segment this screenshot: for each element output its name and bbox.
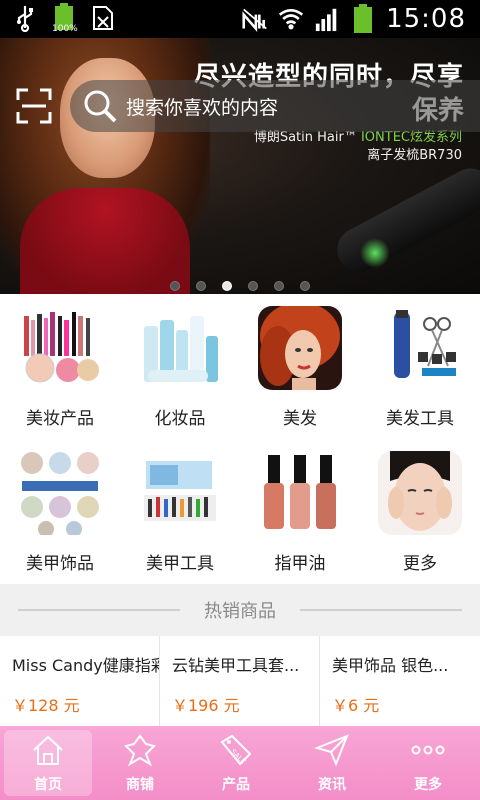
clock: 15:08 [386, 4, 466, 34]
product-price: ￥196 元 [172, 696, 240, 715]
category-label: 更多 [403, 554, 437, 574]
product-price: ￥6 元 [332, 696, 380, 715]
category-nail-accessories[interactable]: 美甲饰品 [0, 439, 120, 584]
carousel-dot[interactable] [300, 281, 310, 291]
makeup-products-image [18, 306, 102, 390]
category-hair-beauty[interactable]: 美发 [240, 294, 360, 439]
category-label: 美发工具 [386, 409, 454, 429]
status-bar: 100% 15:08 [0, 0, 480, 38]
banner-brand-prefix: 博朗Satin Hair™ [253, 130, 361, 145]
category-hair-tools[interactable]: 美发工具 [360, 294, 480, 439]
nav-label: 更多 [414, 777, 442, 793]
category-cosmetics[interactable]: 化妆品 [120, 294, 240, 439]
product-list: Miss Candy健康指彩... ￥128 元 云钻美甲工具套... ￥196… [0, 636, 480, 726]
nail-polish-image [258, 451, 342, 535]
nail-tools-image [138, 451, 222, 535]
banner-model-dress [20, 188, 190, 294]
battery-icon: 100% [52, 3, 78, 34]
hot-products-header: 热销商品 [0, 584, 480, 636]
category-more[interactable]: 更多 [360, 439, 480, 584]
carousel-dot[interactable] [274, 281, 284, 291]
battery-full-icon [350, 4, 376, 33]
shop-icon [122, 732, 158, 768]
scan-icon[interactable] [16, 88, 52, 124]
wifi-icon [278, 5, 304, 33]
hair-brush-product [329, 160, 480, 280]
search-icon [82, 88, 118, 124]
category-label: 美发 [283, 409, 317, 429]
nav-products[interactable]: SALE 产品 [188, 726, 284, 800]
no-signal-icon [242, 5, 268, 33]
nav-more[interactable]: 更多 [380, 726, 476, 800]
category-label: 美甲饰品 [26, 554, 94, 574]
carousel-dot-active[interactable] [222, 281, 232, 291]
category-label: 美妆产品 [26, 409, 94, 429]
nav-shop[interactable]: 商铺 [92, 726, 188, 800]
divider-right [300, 609, 462, 611]
nav-label: 产品 [222, 777, 250, 793]
carousel-dot[interactable] [248, 281, 258, 291]
send-icon [313, 732, 350, 768]
carousel-indicator [0, 281, 480, 291]
sim-icon [90, 4, 116, 32]
more-image [378, 451, 462, 535]
hair-beauty-image [258, 306, 342, 390]
nav-home[interactable]: 首页 [4, 730, 92, 796]
category-label: 化妆品 [154, 409, 206, 429]
search-bar[interactable]: 搜索你喜欢的内容 [70, 80, 480, 132]
category-nail-tools[interactable]: 美甲工具 [120, 439, 240, 584]
bottom-nav: 首页 商铺 SALE 产品 资讯 更多 [0, 726, 480, 800]
category-nail-polish[interactable]: 指甲油 [240, 439, 360, 584]
product-name: Miss Candy健康指彩... [12, 656, 159, 675]
svg-text:SALE: SALE [229, 748, 247, 766]
nav-news[interactable]: 资讯 [284, 726, 380, 800]
brush-glow [360, 238, 390, 268]
product-card[interactable]: Miss Candy健康指彩... ￥128 元 [0, 636, 160, 726]
category-label: 指甲油 [274, 554, 326, 574]
home-icon [30, 732, 66, 768]
banner-model-number: 离子发梳BR730 [367, 148, 462, 163]
product-price: ￥128 元 [12, 696, 80, 715]
nail-accessories-image [18, 451, 102, 535]
category-grid: 美妆产品 化妆品 美发 美发工具 美甲饰品 美甲工具 指甲油 更多 [0, 294, 480, 584]
carousel-dot[interactable] [196, 281, 206, 291]
category-label: 美甲工具 [146, 554, 214, 574]
sale-tag-icon: SALE [218, 732, 254, 768]
product-card[interactable]: 美甲饰品 银色... ￥6 元 [320, 636, 480, 726]
promo-banner[interactable]: 尽兴造型的同时，尽享 保养 博朗Satin Hair™ IONTEC炫发系列 离… [0, 38, 480, 294]
nav-label: 首页 [34, 777, 62, 793]
carousel-dot[interactable] [170, 281, 180, 291]
signal-icon [314, 5, 340, 33]
nav-label: 商铺 [126, 777, 154, 793]
search-input[interactable]: 搜索你喜欢的内容 [126, 93, 278, 120]
cosmetics-image [138, 306, 222, 390]
product-card[interactable]: 云钻美甲工具套... ￥196 元 [160, 636, 320, 726]
more-dots-icon [410, 732, 446, 768]
product-name: 云钻美甲工具套... [172, 656, 300, 675]
product-name: 美甲饰品 银色... [332, 656, 449, 675]
banner-brand-series: IONTEC炫发系列 [360, 130, 462, 145]
battery-percent: 100% [52, 24, 78, 34]
usb-icon [12, 4, 38, 32]
category-makeup-products[interactable]: 美妆产品 [0, 294, 120, 439]
nav-label: 资讯 [318, 777, 346, 793]
hair-tools-image [378, 306, 462, 390]
